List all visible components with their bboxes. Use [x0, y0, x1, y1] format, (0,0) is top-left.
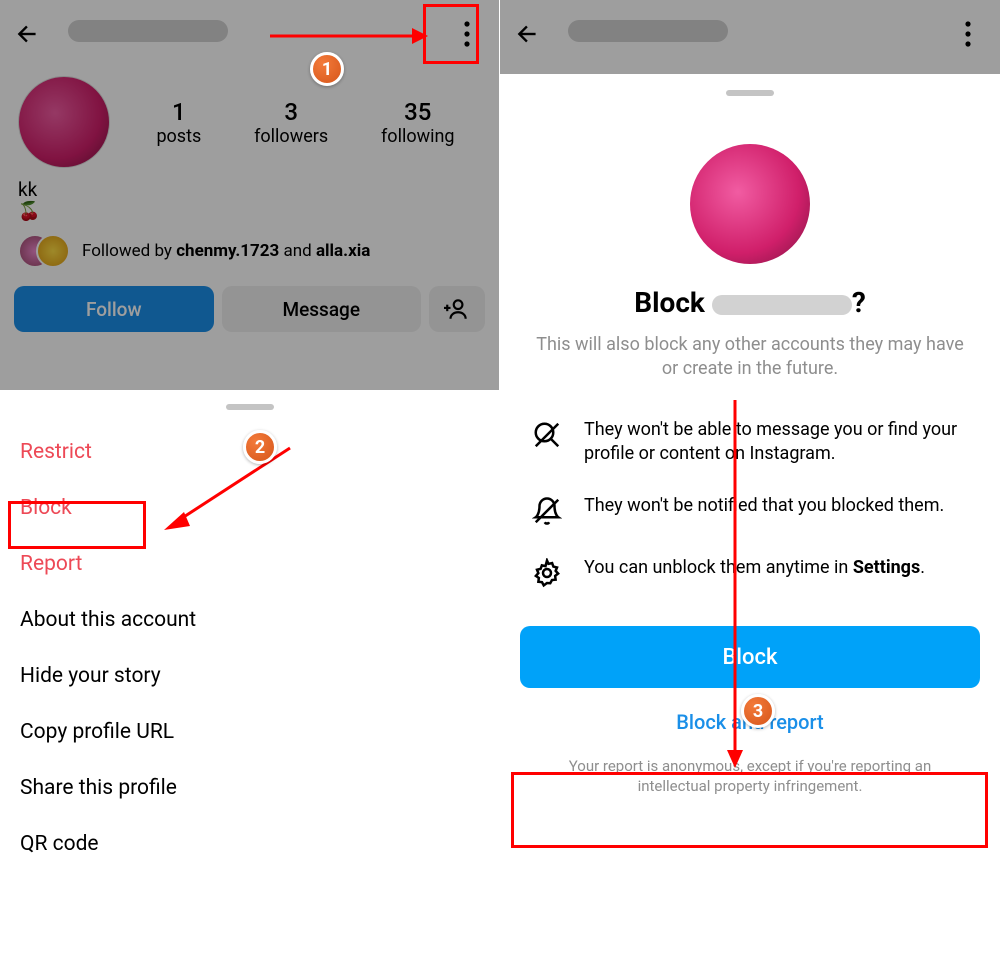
message-button[interactable]: Message: [222, 286, 422, 332]
menu-block[interactable]: Block: [0, 480, 499, 536]
profile-header: [0, 0, 499, 68]
profile-username: [568, 20, 728, 48]
avatar[interactable]: [18, 76, 110, 168]
stat-posts[interactable]: 1 posts: [156, 98, 201, 147]
screenshot-step-3: Block ? This will also block any other a…: [500, 0, 1000, 972]
more-options-button[interactable]: [447, 14, 487, 54]
stat-following[interactable]: 35 following: [381, 98, 455, 147]
block-info-1: They won't be able to message you or fin…: [500, 404, 1000, 481]
menu-qr-code[interactable]: QR code: [0, 816, 499, 872]
bio-emoji: 🍒: [18, 201, 481, 222]
bio-name: kk: [18, 178, 481, 201]
followed-by-text: Followed by chenmy.1723 and alla.xia: [82, 241, 370, 261]
profile-username: [68, 20, 228, 48]
back-icon[interactable]: [512, 18, 544, 50]
avatar: [690, 144, 810, 264]
menu-hide-story[interactable]: Hide your story: [0, 648, 499, 704]
profile-action-row: Follow Message: [0, 280, 499, 338]
gear-icon: [530, 556, 564, 590]
block-info-2: They won't be notified that you blocked …: [500, 480, 1000, 542]
sheet-handle[interactable]: [726, 90, 774, 96]
no-notify-icon: [530, 494, 564, 528]
menu-about[interactable]: About this account: [0, 592, 499, 648]
profile-header-right: [500, 0, 1000, 68]
block-info-3: You can unblock them anytime in Settings…: [500, 542, 1000, 604]
mutual-avatars: [18, 234, 72, 268]
followed-by-row[interactable]: Followed by chenmy.1723 and alla.xia: [0, 228, 499, 280]
block-button[interactable]: Block: [520, 626, 980, 688]
more-options-button[interactable]: [948, 14, 988, 54]
block-title: Block ?: [500, 286, 1000, 319]
sheet-handle[interactable]: [226, 404, 274, 410]
profile-stats-row: 1 posts 3 followers 35 following: [0, 68, 499, 172]
menu-restrict[interactable]: Restrict: [0, 424, 499, 480]
suggest-users-button[interactable]: [429, 286, 485, 332]
block-subtitle: This will also block any other accounts …: [500, 319, 1000, 404]
block-and-report-link[interactable]: Block and report: [500, 696, 1000, 748]
menu-copy-url[interactable]: Copy profile URL: [0, 704, 499, 760]
follow-button[interactable]: Follow: [14, 286, 214, 332]
block-confirm-sheet: Block ? This will also block any other a…: [500, 74, 1000, 972]
profile-bio: kk 🍒: [0, 172, 499, 228]
report-disclaimer: Your report is anonymous, except if you'…: [500, 748, 1000, 797]
stat-followers[interactable]: 3 followers: [254, 98, 328, 147]
options-bottom-sheet: Restrict Block Report About this account…: [0, 390, 499, 972]
block-info-3-text: You can unblock them anytime in Settings…: [584, 556, 925, 590]
back-icon[interactable]: [12, 18, 44, 50]
no-search-icon: [530, 418, 564, 452]
screenshot-step-1-and-2: 1 posts 3 followers 35 following kk 🍒: [0, 0, 500, 972]
menu-report[interactable]: Report: [0, 536, 499, 592]
menu-share-profile[interactable]: Share this profile: [0, 760, 499, 816]
